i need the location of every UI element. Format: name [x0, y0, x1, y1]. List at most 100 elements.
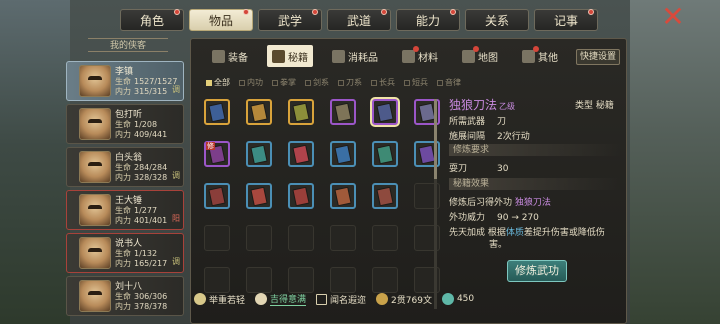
manual-slot[interactable]	[330, 183, 356, 209]
outer-power: 外功威力 90 → 270	[449, 213, 539, 223]
book-icon	[292, 186, 310, 206]
money-display: 2贯769文	[376, 293, 432, 306]
book-icon	[334, 102, 352, 122]
manual-slot[interactable]	[288, 99, 314, 125]
tab-label: 角色	[139, 13, 164, 28]
tab-label: 消耗品	[348, 52, 378, 64]
book-icon	[292, 102, 310, 122]
tab-character[interactable]: 角色	[120, 9, 184, 31]
avatar	[79, 280, 111, 312]
requirement-row: 耍刀 30	[449, 164, 509, 174]
character-card[interactable]: 包打听 生命 1/208 内力 409/441	[66, 104, 184, 144]
manual-slot[interactable]	[372, 141, 398, 167]
tab-martial-arts[interactable]: 武学	[258, 9, 322, 31]
tab-items[interactable]: 物品	[189, 9, 253, 31]
filter-music[interactable]: 音律	[437, 77, 461, 88]
character-mp: 内力 378/378	[115, 302, 168, 311]
empty-slot	[246, 267, 272, 293]
tab-label: 武学	[277, 13, 302, 28]
manual-slot[interactable]: 修	[204, 141, 230, 167]
grid-scrollbar[interactable]	[434, 99, 437, 309]
manual-slot[interactable]	[246, 141, 272, 167]
character-flag: 调	[172, 257, 180, 266]
manual-slot[interactable]	[246, 99, 272, 125]
innate-bonus-cont: 害。	[489, 240, 508, 250]
tab-equipment[interactable]: 装备	[207, 45, 253, 67]
character-card[interactable]: 说书人 生命 1/132 内力 165/217 调	[66, 233, 184, 273]
tab-label: 装备	[228, 52, 248, 64]
checkbox	[338, 79, 344, 86]
filter-short-weapon[interactable]: 短兵	[404, 77, 428, 88]
filter-sword[interactable]: 剑系	[305, 77, 329, 88]
tab-label: 地图	[478, 52, 498, 64]
armor-icon	[212, 49, 225, 63]
book-icon	[272, 49, 285, 63]
trait-icon	[194, 293, 206, 305]
empty-slot	[372, 267, 398, 293]
manual-slot[interactable]	[204, 99, 230, 125]
character-card[interactable]: 刘十八 生命 306/306 内力 378/378	[66, 276, 184, 316]
tab-other[interactable]: 其他	[517, 45, 563, 67]
manual-title: 独狼刀法 乙级	[449, 98, 516, 112]
tab-maps[interactable]: 地图	[457, 45, 503, 67]
book-icon	[250, 102, 268, 122]
tab-manuals[interactable]: 秘籍	[267, 45, 313, 67]
tab-label: 武道	[346, 13, 371, 28]
quick-settings-button[interactable]: 快捷设置	[576, 49, 620, 65]
filter-fist[interactable]: 拳掌	[272, 77, 296, 88]
character-card[interactable]: 王大锤 生命 1/277 内力 401/401 阳	[66, 190, 184, 230]
jade-icon	[441, 293, 454, 305]
filter-neigong[interactable]: 内功	[239, 77, 263, 88]
tab-label: 记事	[553, 13, 578, 28]
checkbox	[437, 79, 443, 86]
tab-wudao[interactable]: 武道	[327, 9, 391, 31]
trait-item[interactable]: 闻名遐迩	[316, 293, 366, 306]
manual-slot[interactable]	[330, 99, 356, 125]
manual-slot[interactable]	[204, 183, 230, 209]
background-right	[630, 0, 720, 324]
book-icon	[376, 186, 394, 206]
manual-slot[interactable]	[330, 141, 356, 167]
manual-slot[interactable]	[288, 141, 314, 167]
tab-journal[interactable]: 记事	[534, 9, 598, 31]
train-skill-button[interactable]: 修炼武功	[507, 260, 567, 282]
manual-slot-selected[interactable]	[372, 99, 398, 125]
empty-slot	[330, 267, 356, 293]
character-mp: 内力 409/441	[115, 130, 168, 139]
item-category-tabs: 装备 秘籍 消耗品 材料 地图 其他	[207, 45, 563, 67]
empty-slot	[372, 225, 398, 251]
tab-materials[interactable]: 材料	[397, 45, 443, 67]
checkbox	[371, 79, 377, 86]
tab-consumables[interactable]: 消耗品	[327, 45, 383, 67]
materials-icon	[402, 45, 419, 63]
close-icon[interactable]: ✕	[660, 3, 686, 31]
smile-icon	[255, 293, 268, 305]
trait-item[interactable]: 举重若轻	[194, 293, 245, 306]
character-card[interactable]: 李镇 生命 1527/1527 内力 315/315 调	[66, 61, 184, 101]
character-card[interactable]: 白头翁 生命 284/284 内力 328/328 调	[66, 147, 184, 187]
filter-blade[interactable]: 刀系	[338, 77, 362, 88]
tab-abilities[interactable]: 能力	[396, 9, 460, 31]
empty-slot	[204, 267, 230, 293]
manual-slot[interactable]	[372, 183, 398, 209]
trait-item[interactable]: 吉得意满	[255, 292, 307, 306]
effects-header: 秘籍效果	[449, 178, 621, 190]
notification-dot	[312, 9, 318, 15]
manual-slot[interactable]	[288, 183, 314, 209]
checkbox	[239, 79, 245, 86]
character-mp: 内力 315/315	[115, 87, 168, 96]
cast-interval: 施展间隔 2次行动	[449, 132, 530, 142]
filter-bar: 全部 内功 拳掌 剑系 刀系 长兵 短兵 音律	[206, 77, 461, 88]
filter-all[interactable]: 全部	[206, 77, 230, 88]
book-icon	[376, 102, 394, 122]
tab-relations[interactable]: 关系	[465, 9, 529, 31]
learned-skill: 修炼后习得外功 独狼刀法	[449, 198, 551, 208]
filter-long-weapon[interactable]: 长兵	[371, 77, 395, 88]
manual-slot[interactable]	[246, 183, 272, 209]
book-icon	[334, 186, 352, 206]
notification-dot	[450, 9, 456, 15]
tab-label: 物品	[208, 13, 233, 28]
avatar	[79, 194, 111, 226]
requirements-header: 修炼要求	[449, 144, 621, 156]
notification-dot	[588, 9, 594, 15]
